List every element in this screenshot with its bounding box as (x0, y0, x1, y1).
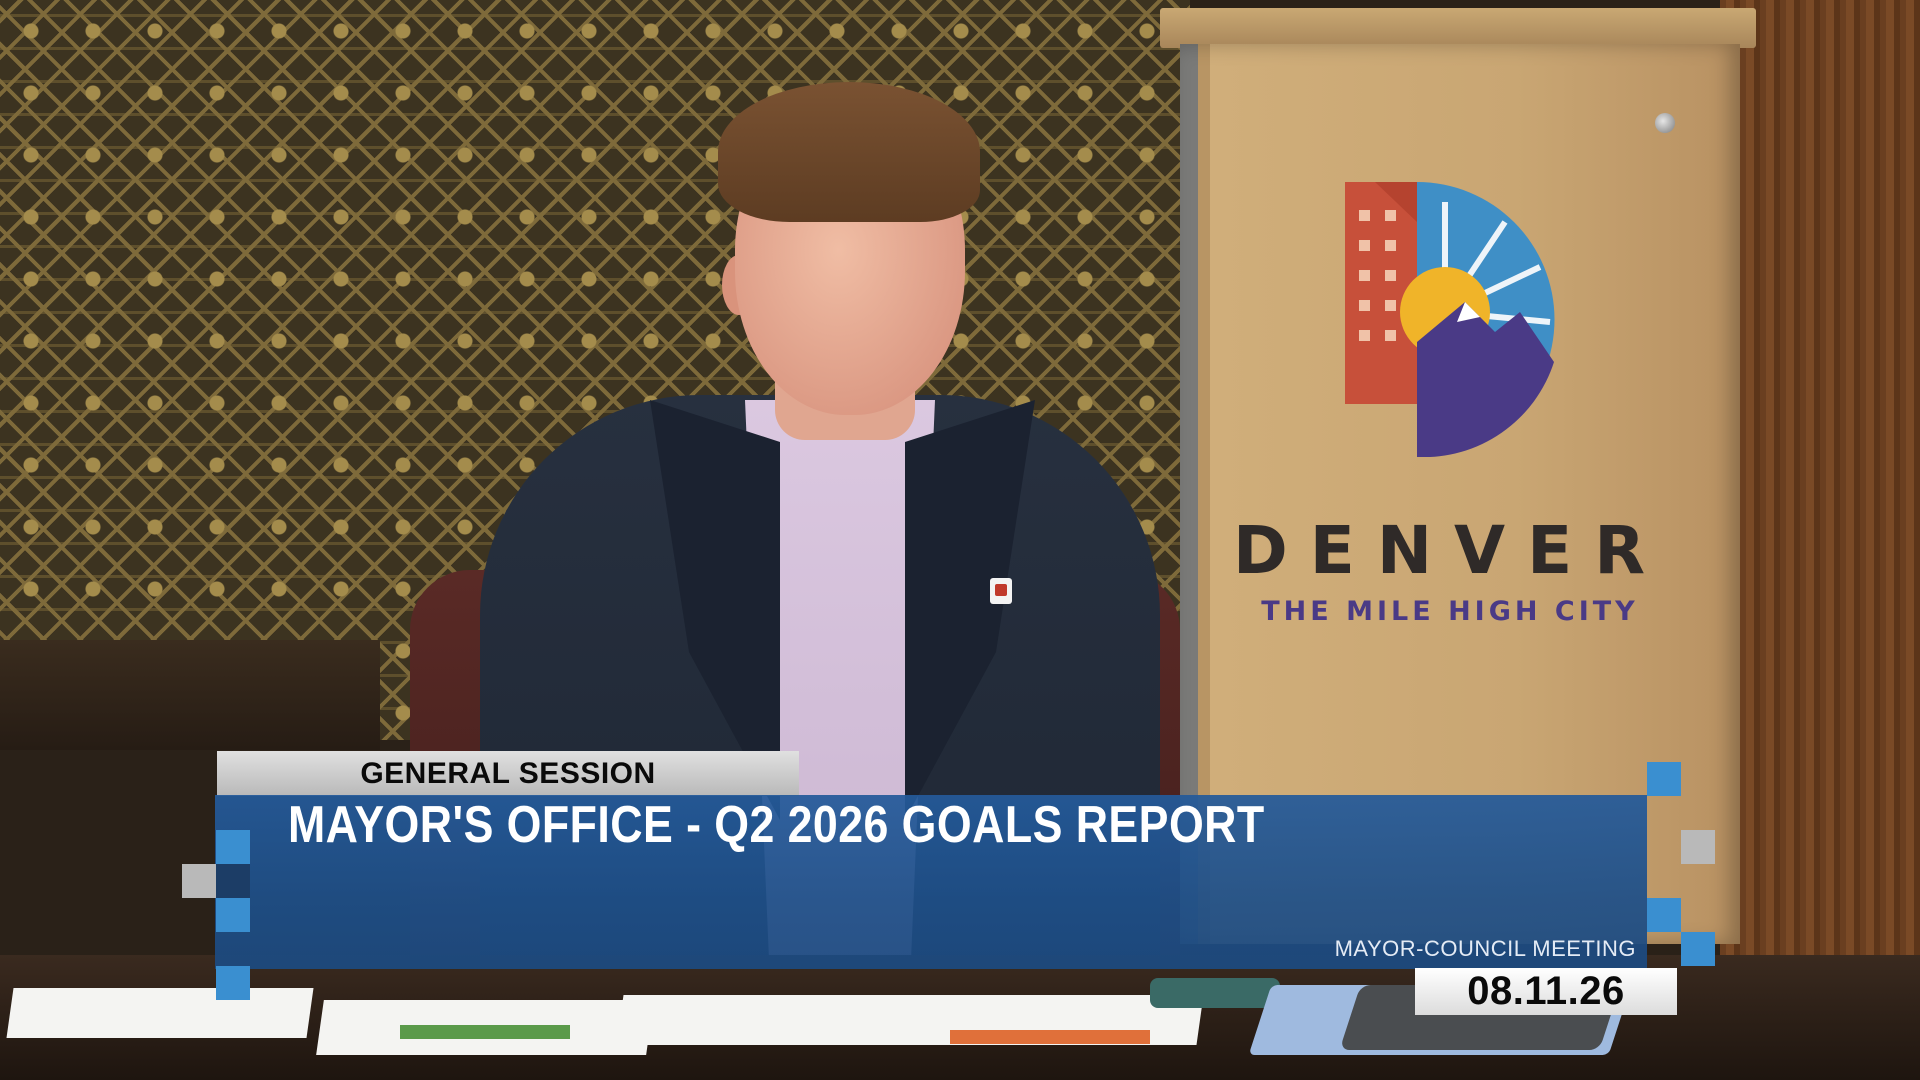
section-label: GENERAL SESSION (360, 756, 656, 790)
accent-square (182, 864, 216, 898)
podium-screw (1655, 113, 1675, 133)
podium-top (1160, 8, 1756, 48)
accent-square (216, 830, 250, 864)
wood-panel (1720, 0, 1920, 1080)
date-box: 08.11.26 (1415, 968, 1677, 1015)
paper (6, 988, 314, 1038)
denver-logo-icon (1345, 182, 1555, 457)
accent-square (1647, 762, 1681, 796)
podium-wordmark: DENVER (1232, 512, 1668, 589)
phone (1150, 978, 1280, 1008)
accent-square (216, 864, 250, 898)
meeting-label: MAYOR-COUNCIL MEETING (1334, 936, 1636, 961)
podium-tagline: THE MILE HIGH CITY (1261, 596, 1639, 627)
lapel-pin-icon (990, 578, 1012, 604)
accent-square (1681, 932, 1715, 966)
speaker-hair (718, 82, 980, 222)
paper-stripe (950, 1030, 1150, 1044)
accent-square (1681, 830, 1715, 864)
accent-square (216, 898, 250, 932)
segment-title: MAYOR'S OFFICE - Q2 2026 GOALS REPORT (288, 796, 1265, 854)
paper-stripe (400, 1025, 570, 1039)
section-tab: GENERAL SESSION (217, 751, 799, 796)
accent-square (1647, 898, 1681, 932)
meeting-date: 08.11.26 (1467, 969, 1625, 1013)
wall-ledge (0, 640, 380, 750)
accent-square (216, 966, 250, 1000)
